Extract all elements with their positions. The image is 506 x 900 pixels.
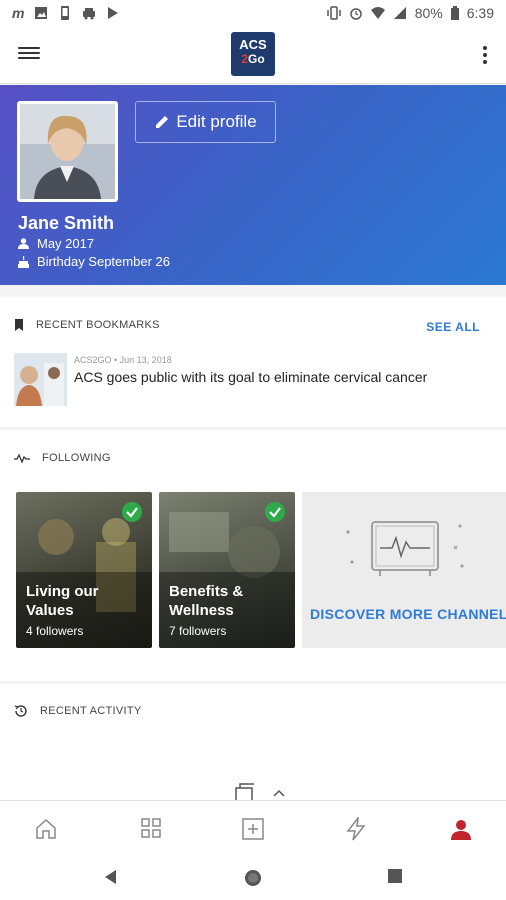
recent-activity-section: RECENT ACTIVITY: [0, 684, 506, 800]
signal-icon: [393, 7, 406, 19]
recent-bookmarks-section: RECENT BOOKMARKS SEE ALL ACS2GO • Jun 13…: [0, 297, 506, 427]
photos-icon: [35, 7, 48, 19]
add-post-icon[interactable]: [241, 817, 267, 843]
bookmark-thumbnail: [14, 353, 67, 406]
recent-activity-heading: RECENT ACTIVITY: [14, 704, 141, 718]
home-icon[interactable]: [34, 817, 60, 843]
overflow-menu-icon[interactable]: [482, 44, 488, 66]
history-icon: [14, 705, 27, 717]
cake-icon: [18, 255, 29, 268]
gmail-icon: m: [12, 5, 25, 21]
see-all-bookmarks-link[interactable]: SEE ALL: [426, 320, 480, 334]
recents-icon[interactable]: [387, 868, 409, 890]
birthday-row: Birthday September 26: [18, 254, 170, 269]
bookmark-source: ACS2GO • Jun 13, 2018: [74, 355, 172, 365]
channel-card-living-our-values[interactable]: Living our Values 4 followers: [16, 492, 152, 648]
car-icon: [83, 8, 96, 20]
monitor-pulse-icon: [346, 521, 464, 576]
discover-more-channels-card[interactable]: DISCOVER MORE CHANNELS: [302, 492, 506, 648]
birthday: Birthday September 26: [37, 254, 170, 269]
acs2go-logo: ACS 2Go: [231, 32, 275, 76]
status-bar: m 80% 6:39: [0, 0, 506, 26]
edit-profile-label: Edit profile: [176, 112, 257, 131]
wifi-icon: [370, 7, 385, 19]
home-button-icon[interactable]: [243, 868, 265, 890]
app-bar: ACS 2Go: [0, 26, 506, 84]
channel-followers: 4 followers: [26, 624, 84, 638]
channel-followers: 7 followers: [169, 624, 227, 638]
profile-header: Edit profile Jane Smith May 2017 Birthda…: [0, 85, 506, 285]
discover-more-channels-label: DISCOVER MORE CHANNELS: [310, 606, 506, 622]
channel-title: Living our Values: [26, 583, 99, 619]
alarm-icon: [349, 8, 362, 20]
profile-nav-icon[interactable]: [449, 817, 475, 843]
channel-title: Benefits & Wellness: [169, 583, 244, 619]
bookmark-icon: [15, 319, 23, 331]
bottom-navigation: [0, 800, 506, 858]
profile-name: Jane Smith: [18, 213, 115, 233]
check-circle-icon: [122, 502, 142, 522]
avatar[interactable]: [17, 101, 118, 202]
bookmark-title[interactable]: ACS goes public with its goal to elimina…: [74, 369, 474, 385]
grid-icon[interactable]: [140, 817, 166, 843]
phone-icon: [61, 6, 70, 20]
battery-icon: [450, 6, 459, 20]
lightning-icon[interactable]: [345, 815, 371, 843]
recent-bookmarks-heading: RECENT BOOKMARKS: [14, 319, 160, 331]
check-circle-icon: [265, 502, 285, 522]
vibrate-icon: [326, 6, 341, 20]
back-icon[interactable]: [102, 868, 124, 890]
activity-illustration-icon: [235, 783, 285, 800]
joined-date: May 2017: [37, 236, 95, 251]
pulse-icon: [14, 453, 30, 463]
edit-profile-button[interactable]: Edit profile: [135, 101, 276, 143]
system-navigation-bar: [0, 858, 506, 900]
play-icon: [108, 7, 119, 19]
pencil-icon: [156, 116, 169, 128]
channel-cards: Living our Values 4 followers Benefits &…: [16, 492, 506, 648]
person-icon: [18, 238, 29, 249]
clock: 6:39: [466, 5, 494, 21]
following-heading: FOLLOWING: [14, 452, 111, 464]
list-item[interactable]: ACS2GO • Jun 13, 2018 ACS goes public wi…: [14, 353, 484, 409]
battery-percent: 80%: [414, 5, 443, 21]
following-section: FOLLOWING Living our Values 4 followers: [0, 430, 506, 681]
channel-card-benefits-wellness[interactable]: Benefits & Wellness 7 followers: [159, 492, 295, 648]
joined-date-row: May 2017: [18, 236, 94, 251]
hamburger-menu-icon[interactable]: [18, 44, 40, 64]
